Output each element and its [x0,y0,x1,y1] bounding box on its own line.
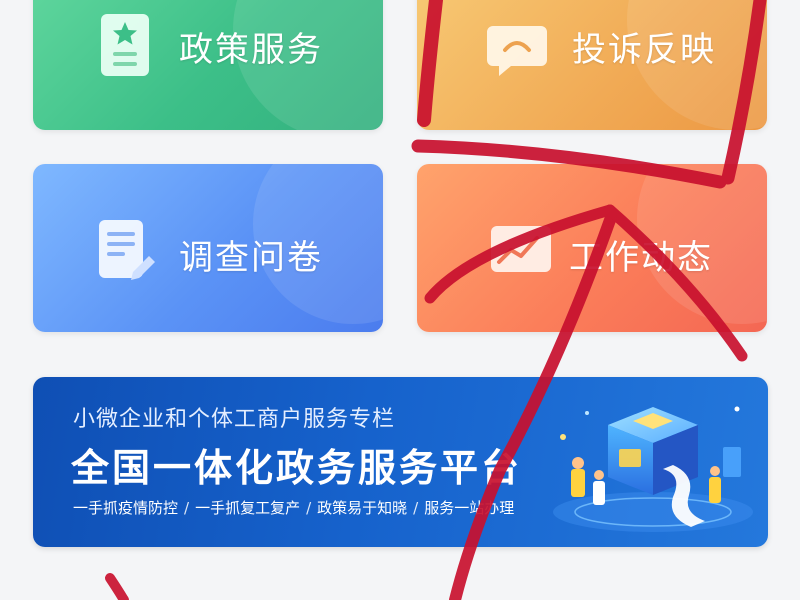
banner-tags: 一手抓疫情防控 / 一手抓复工复产 / 政策易于知晓 / 服务一站办理 [73,497,514,518]
tag-separator: / [184,499,190,517]
banner-title: 全国一体化政务服务平台 [71,446,523,490]
chat-bubble-icon [485,20,549,84]
tag-separator: / [306,499,312,517]
survey-label: 调查问卷 [179,238,323,278]
policy-service-tile[interactable]: 政策服务 [33,0,383,130]
work-news-label: 工作动态 [569,238,713,278]
government-service-platform-illustration [523,377,768,547]
banner-tag: 一手抓疫情防控 [73,499,179,517]
complaint-tile[interactable]: 投诉反映 [417,0,767,130]
banner-tag: 一手抓复工复产 [195,499,301,517]
banner-tag: 服务一站办理 [424,499,515,517]
trend-chart-icon [489,222,553,282]
work-news-tile[interactable]: 工作动态 [417,164,767,332]
banner-tag: 政策易于知晓 [317,499,408,517]
complaint-label: 投诉反映 [572,30,716,70]
banner-subtitle: 小微企业和个体工商户服务专栏 [73,407,396,432]
tag-separator: / [413,499,419,517]
survey-tile[interactable]: 调查问卷 [33,164,383,332]
policy-document-star-icon [97,10,153,84]
platform-banner[interactable]: 小微企业和个体工商户服务专栏 全国一体化政务服务平台 一手抓疫情防控 / 一手抓复工… [33,377,768,547]
questionnaire-edit-icon [95,216,159,288]
policy-service-label: 政策服务 [179,30,323,70]
